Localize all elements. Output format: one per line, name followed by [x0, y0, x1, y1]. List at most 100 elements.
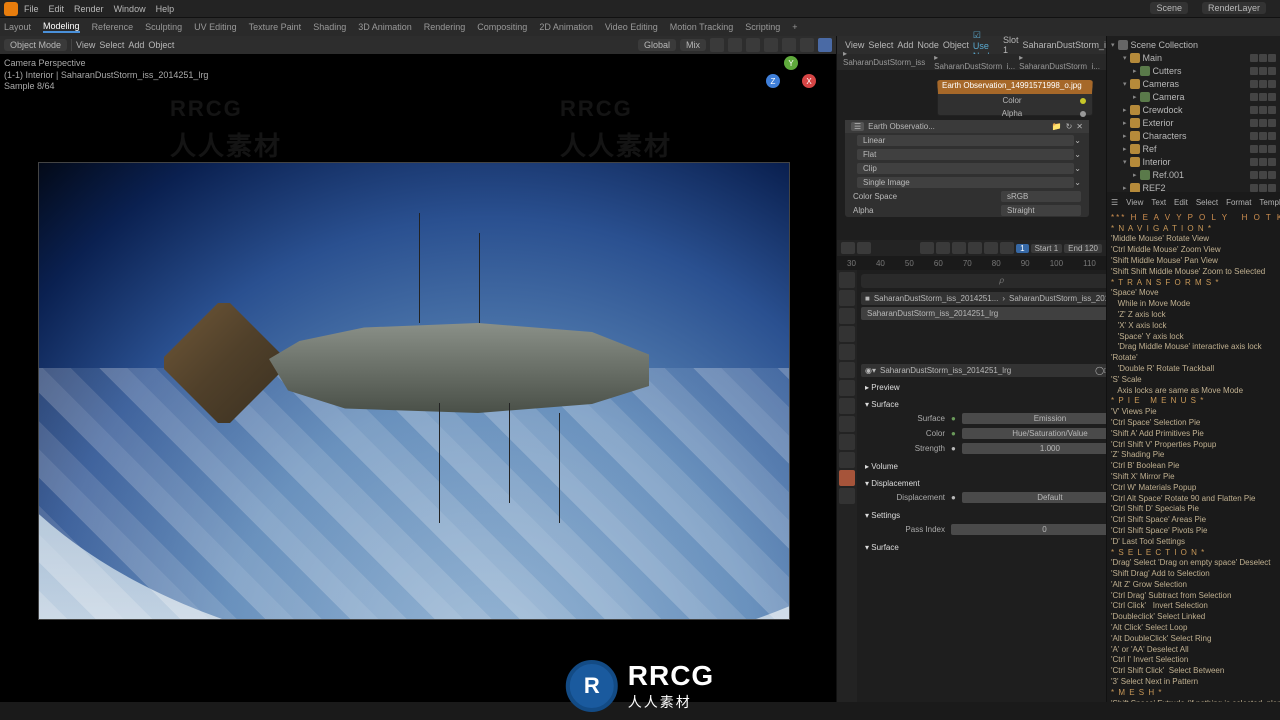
outliner-item[interactable]: ▸REF2 — [1109, 181, 1278, 192]
tab-scripting[interactable]: Scripting — [745, 22, 780, 32]
tab-reference[interactable]: Reference — [92, 22, 134, 32]
jump-end-icon[interactable] — [1000, 242, 1014, 254]
outliner[interactable]: ▾Scene Collection ▾Main▸Cutters▾Cameras▸… — [1107, 36, 1280, 192]
overlay-icon[interactable] — [728, 38, 742, 52]
prop-tab-viewlayer-icon[interactable] — [839, 308, 855, 324]
section-surface[interactable]: ▾ Surface — [861, 398, 1142, 411]
te-menu-format[interactable]: Format — [1226, 198, 1251, 209]
prop-tab-object-icon[interactable] — [839, 362, 855, 378]
tab-motiontracking[interactable]: Motion Tracking — [670, 22, 734, 32]
tab-sculpting[interactable]: Sculpting — [145, 22, 182, 32]
te-menu-templates[interactable]: Templates — [1259, 198, 1280, 209]
material-datablock[interactable]: ◉▾ SaharanDustStorm_iss_2014251_lrg ◯□ ✕… — [861, 364, 1142, 377]
tab-rendering[interactable]: Rendering — [424, 22, 466, 32]
shading-matprev-icon[interactable] — [800, 38, 814, 52]
timeline-ruler[interactable]: 30405060708090100110 — [837, 256, 1106, 270]
viewport-menu-select[interactable]: Select — [99, 40, 124, 50]
menu-render[interactable]: Render — [74, 4, 104, 14]
shading-wire-icon[interactable] — [764, 38, 778, 52]
tab-uvediting[interactable]: UV Editing — [194, 22, 237, 32]
outliner-item[interactable]: ▸Camera — [1109, 90, 1278, 103]
outliner-item[interactable]: ▸Cutters — [1109, 64, 1278, 77]
te-menu-view[interactable]: View — [1126, 198, 1143, 209]
viewport-menu-object[interactable]: Object — [148, 40, 174, 50]
snap-dropdown[interactable]: Mix — [680, 39, 706, 51]
viewlayer-dropdown[interactable]: RenderLayer — [1202, 2, 1266, 14]
tab-shading[interactable]: Shading — [313, 22, 346, 32]
text-editor-content[interactable]: *** H E A V Y P O L Y H O T K E Y S ****… — [1111, 213, 1276, 702]
jump-start-icon[interactable] — [920, 242, 934, 254]
play-icon[interactable] — [968, 242, 982, 254]
section-surface-2[interactable]: ▾ Surface — [861, 541, 1142, 554]
prop-tab-output-icon[interactable] — [839, 290, 855, 306]
projection-dropdown[interactable]: Flat — [857, 149, 1074, 160]
prop-tab-material-icon[interactable] — [839, 470, 855, 486]
outliner-item[interactable]: ▾Interior — [1109, 155, 1278, 168]
outliner-item[interactable]: ▾Main — [1109, 51, 1278, 64]
timeline-menu-icon[interactable] — [857, 242, 871, 254]
shader-type-dropdown[interactable]: Object — [943, 40, 969, 50]
orientation-dropdown[interactable]: Global — [638, 39, 676, 51]
outliner-item[interactable]: ▸Crewdock — [1109, 103, 1278, 116]
end-frame-input[interactable]: End 120 — [1064, 244, 1102, 253]
image-texture-node[interactable]: ☰Earth Observatio...📁↻✕ Linear⌄ Flat⌄ Cl… — [845, 120, 1089, 217]
prop-tab-modifier-icon[interactable] — [839, 380, 855, 396]
close-icon[interactable]: ✕ — [1076, 122, 1083, 131]
viewport-3d[interactable]: Object Mode View Select Add Object Globa… — [0, 36, 836, 702]
outliner-item[interactable]: ▸Characters — [1109, 129, 1278, 142]
axis-x-icon[interactable]: X — [802, 74, 816, 88]
menu-window[interactable]: Window — [114, 4, 146, 14]
alpha-dropdown[interactable]: Straight — [1001, 205, 1081, 216]
folder-icon[interactable]: 📁 — [1052, 122, 1062, 131]
section-settings[interactable]: ▾ Settings — [861, 509, 1142, 522]
section-volume[interactable]: ▸ Volume — [861, 460, 1142, 473]
outliner-item[interactable]: ▸Exterior — [1109, 116, 1278, 129]
tab-layout[interactable]: Layout — [4, 22, 31, 32]
crumb-2[interactable]: ▸ SaharanDustStorm_i... — [934, 53, 1015, 71]
prop-tab-data-icon[interactable] — [839, 452, 855, 468]
colorspace-dropdown[interactable]: sRGB — [1001, 191, 1081, 202]
scene-dropdown[interactable]: Scene — [1150, 2, 1188, 14]
start-frame-input[interactable]: Start 1 — [1031, 244, 1063, 253]
tab-compositing[interactable]: Compositing — [477, 22, 527, 32]
section-preview[interactable]: ▸ Preview — [861, 381, 1142, 394]
prop-tab-constraint-icon[interactable] — [839, 434, 855, 450]
reload-icon[interactable]: ↻ — [1066, 122, 1073, 131]
te-menu-edit[interactable]: Edit — [1174, 198, 1188, 209]
node-editor-canvas[interactable]: Earth Observation_14991571998_o.jpg Colo… — [837, 70, 1106, 240]
source-dropdown[interactable]: Single Image — [857, 177, 1074, 188]
menu-edit[interactable]: Edit — [49, 4, 65, 14]
te-menu-text[interactable]: Text — [1151, 198, 1166, 209]
prop-tab-world-icon[interactable] — [839, 344, 855, 360]
outliner-item[interactable]: ▸Ref — [1109, 142, 1278, 155]
tab-videoediting[interactable]: Video Editing — [605, 22, 658, 32]
properties-search-input[interactable]: 𝜌 — [861, 274, 1142, 288]
prop-tab-physics-icon[interactable] — [839, 416, 855, 432]
app-logo-icon[interactable] — [4, 2, 18, 16]
material-name-input[interactable]: SaharanDustStorm_iss_2014251_lrg — [861, 307, 1142, 320]
menu-help[interactable]: Help — [156, 4, 175, 14]
extension-dropdown[interactable]: Clip — [857, 163, 1074, 174]
section-displacement[interactable]: ▾ Displacement — [861, 477, 1142, 490]
nav-gizmo[interactable]: X Y Z — [766, 56, 816, 106]
prev-key-icon[interactable] — [936, 242, 950, 254]
menu-file[interactable]: File — [24, 4, 39, 14]
play-rev-icon[interactable] — [952, 242, 966, 254]
outliner-item[interactable]: ▾Cameras — [1109, 77, 1278, 90]
slot-dropdown[interactable]: Slot 1 — [1003, 35, 1019, 55]
viewport-menu-view[interactable]: View — [76, 40, 95, 50]
interp-dropdown[interactable]: Linear — [857, 135, 1074, 146]
shading-solid-icon[interactable] — [782, 38, 796, 52]
mode-dropdown[interactable]: Object Mode — [4, 39, 67, 51]
prop-tab-render-icon[interactable] — [839, 272, 855, 288]
image-node[interactable]: Earth Observation_14991571998_o.jpg Colo… — [937, 80, 1093, 116]
next-key-icon[interactable] — [984, 242, 998, 254]
prop-tab-particles-icon[interactable] — [839, 398, 855, 414]
current-frame-input[interactable]: 1 — [1016, 244, 1028, 253]
properties-breadcrumb[interactable]: ■ SaharanDustStorm_iss_2014251... › Saha… — [861, 292, 1142, 305]
outliner-item[interactable]: ▸Ref.001 — [1109, 168, 1278, 181]
xray-icon[interactable] — [746, 38, 760, 52]
timeline-type-icon[interactable] — [841, 242, 855, 254]
tab-add[interactable]: + — [792, 22, 797, 32]
prop-tab-texture-icon[interactable] — [839, 488, 855, 504]
